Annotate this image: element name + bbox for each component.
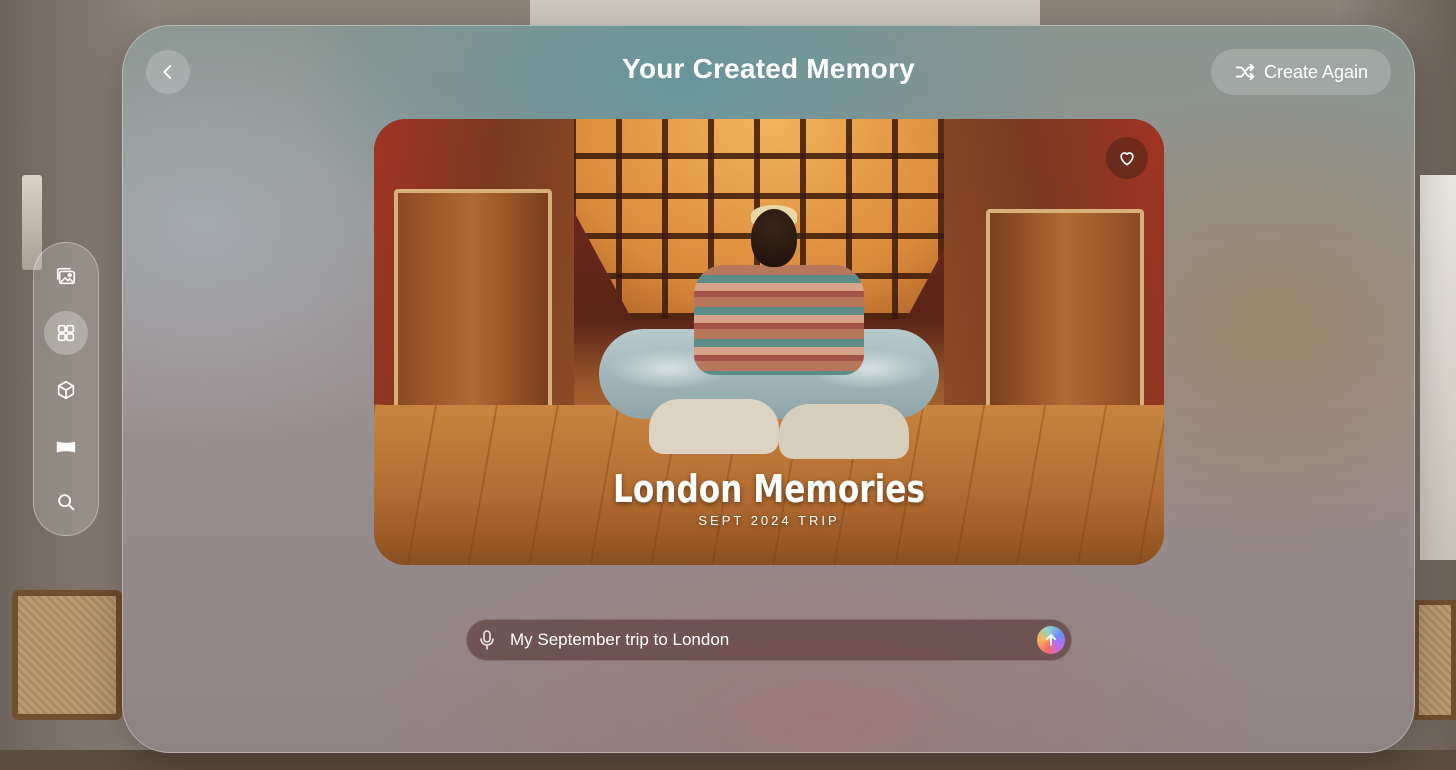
memory-title: London Memories	[613, 467, 925, 511]
tab-spatial[interactable]	[44, 368, 88, 412]
tab-search[interactable]	[44, 480, 88, 524]
favorite-button[interactable]	[1106, 137, 1148, 179]
photo-door-left	[394, 189, 552, 427]
heart-icon	[1120, 152, 1134, 166]
search-icon	[58, 494, 75, 511]
room-chair-left	[12, 590, 122, 720]
prompt-bar: My September trip to London	[466, 619, 1072, 661]
room-floor	[0, 750, 1456, 770]
photos-icon	[56, 267, 76, 285]
room-chair-right	[1414, 600, 1456, 720]
memory-subtitle: SEPT 2024 TRIP	[698, 513, 840, 528]
tab-photos[interactable]	[44, 254, 88, 298]
tab-grid[interactable]	[44, 311, 88, 355]
shuffle-icon	[1235, 63, 1255, 81]
main-window: Your Created Memory Create Again London …	[122, 25, 1415, 753]
microphone-icon[interactable]	[479, 630, 495, 650]
grid-icon	[57, 324, 75, 342]
create-again-button[interactable]: Create Again	[1211, 49, 1391, 95]
send-button[interactable]	[1037, 626, 1065, 654]
tab-panoramas[interactable]	[44, 425, 88, 469]
memory-photo[interactable]: London Memories SEPT 2024 TRIP	[374, 119, 1164, 565]
room-window	[1420, 175, 1456, 560]
prompt-input[interactable]: My September trip to London	[510, 630, 729, 650]
photo-person	[599, 205, 939, 469]
cube-icon	[57, 380, 75, 400]
arrow-up-icon	[1046, 634, 1056, 646]
side-tab-bar	[33, 242, 99, 536]
panorama-icon	[56, 441, 76, 453]
create-again-label: Create Again	[1263, 61, 1369, 82]
